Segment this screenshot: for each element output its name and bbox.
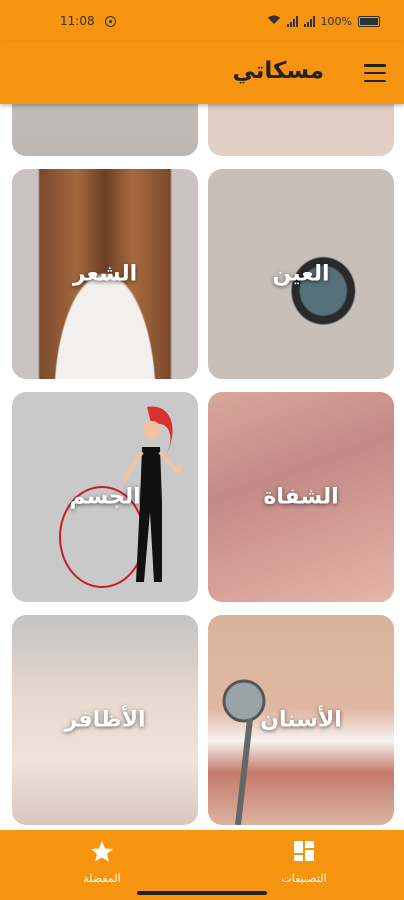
dashboard-icon <box>294 841 314 861</box>
category-label: الشفاة <box>263 484 339 510</box>
category-card-nails[interactable]: الأظافر <box>12 615 198 825</box>
category-label: الجسم <box>69 484 141 510</box>
category-label: الأظافر <box>64 707 146 733</box>
category-card-body[interactable]: الجسم <box>12 392 198 602</box>
category-card-hair[interactable]: الشعر <box>12 169 198 379</box>
nav-favorites-label: المفضلة <box>83 872 121 885</box>
category-card-partial-right[interactable] <box>208 104 394 156</box>
status-bar: 11:08 100% <box>0 0 404 42</box>
app-title: مسكاتي <box>232 58 324 84</box>
category-grid: العين الشعر الشفاة الجسم الأسنان الأظافر <box>0 104 404 830</box>
battery-percent: 100% <box>320 14 352 28</box>
menu-icon[interactable] <box>364 64 386 82</box>
category-card-eye[interactable]: العين <box>208 169 394 379</box>
notification-icon <box>104 15 116 27</box>
battery-icon <box>358 15 380 27</box>
gesture-bar <box>137 891 267 895</box>
category-card-teeth[interactable]: الأسنان <box>208 615 394 825</box>
category-label: الأسنان <box>260 707 342 733</box>
category-label: الشعر <box>72 261 138 287</box>
signal-icon-2 <box>303 15 315 27</box>
status-time: 11:08 <box>60 14 95 28</box>
bottom-nav: التصنيفات المفضلة <box>0 830 404 900</box>
category-card-partial-left[interactable] <box>12 104 198 156</box>
wifi-icon <box>267 14 281 28</box>
signal-icon <box>286 15 298 27</box>
star-icon <box>91 841 113 862</box>
app-bar: مسكاتي <box>0 42 404 104</box>
nav-favorites[interactable]: المفضلة <box>42 840 162 885</box>
nav-categories[interactable]: التصنيفات <box>244 840 364 885</box>
category-card-lips[interactable]: الشفاة <box>208 392 394 602</box>
category-label: العين <box>272 261 330 287</box>
nav-categories-label: التصنيفات <box>281 872 327 885</box>
